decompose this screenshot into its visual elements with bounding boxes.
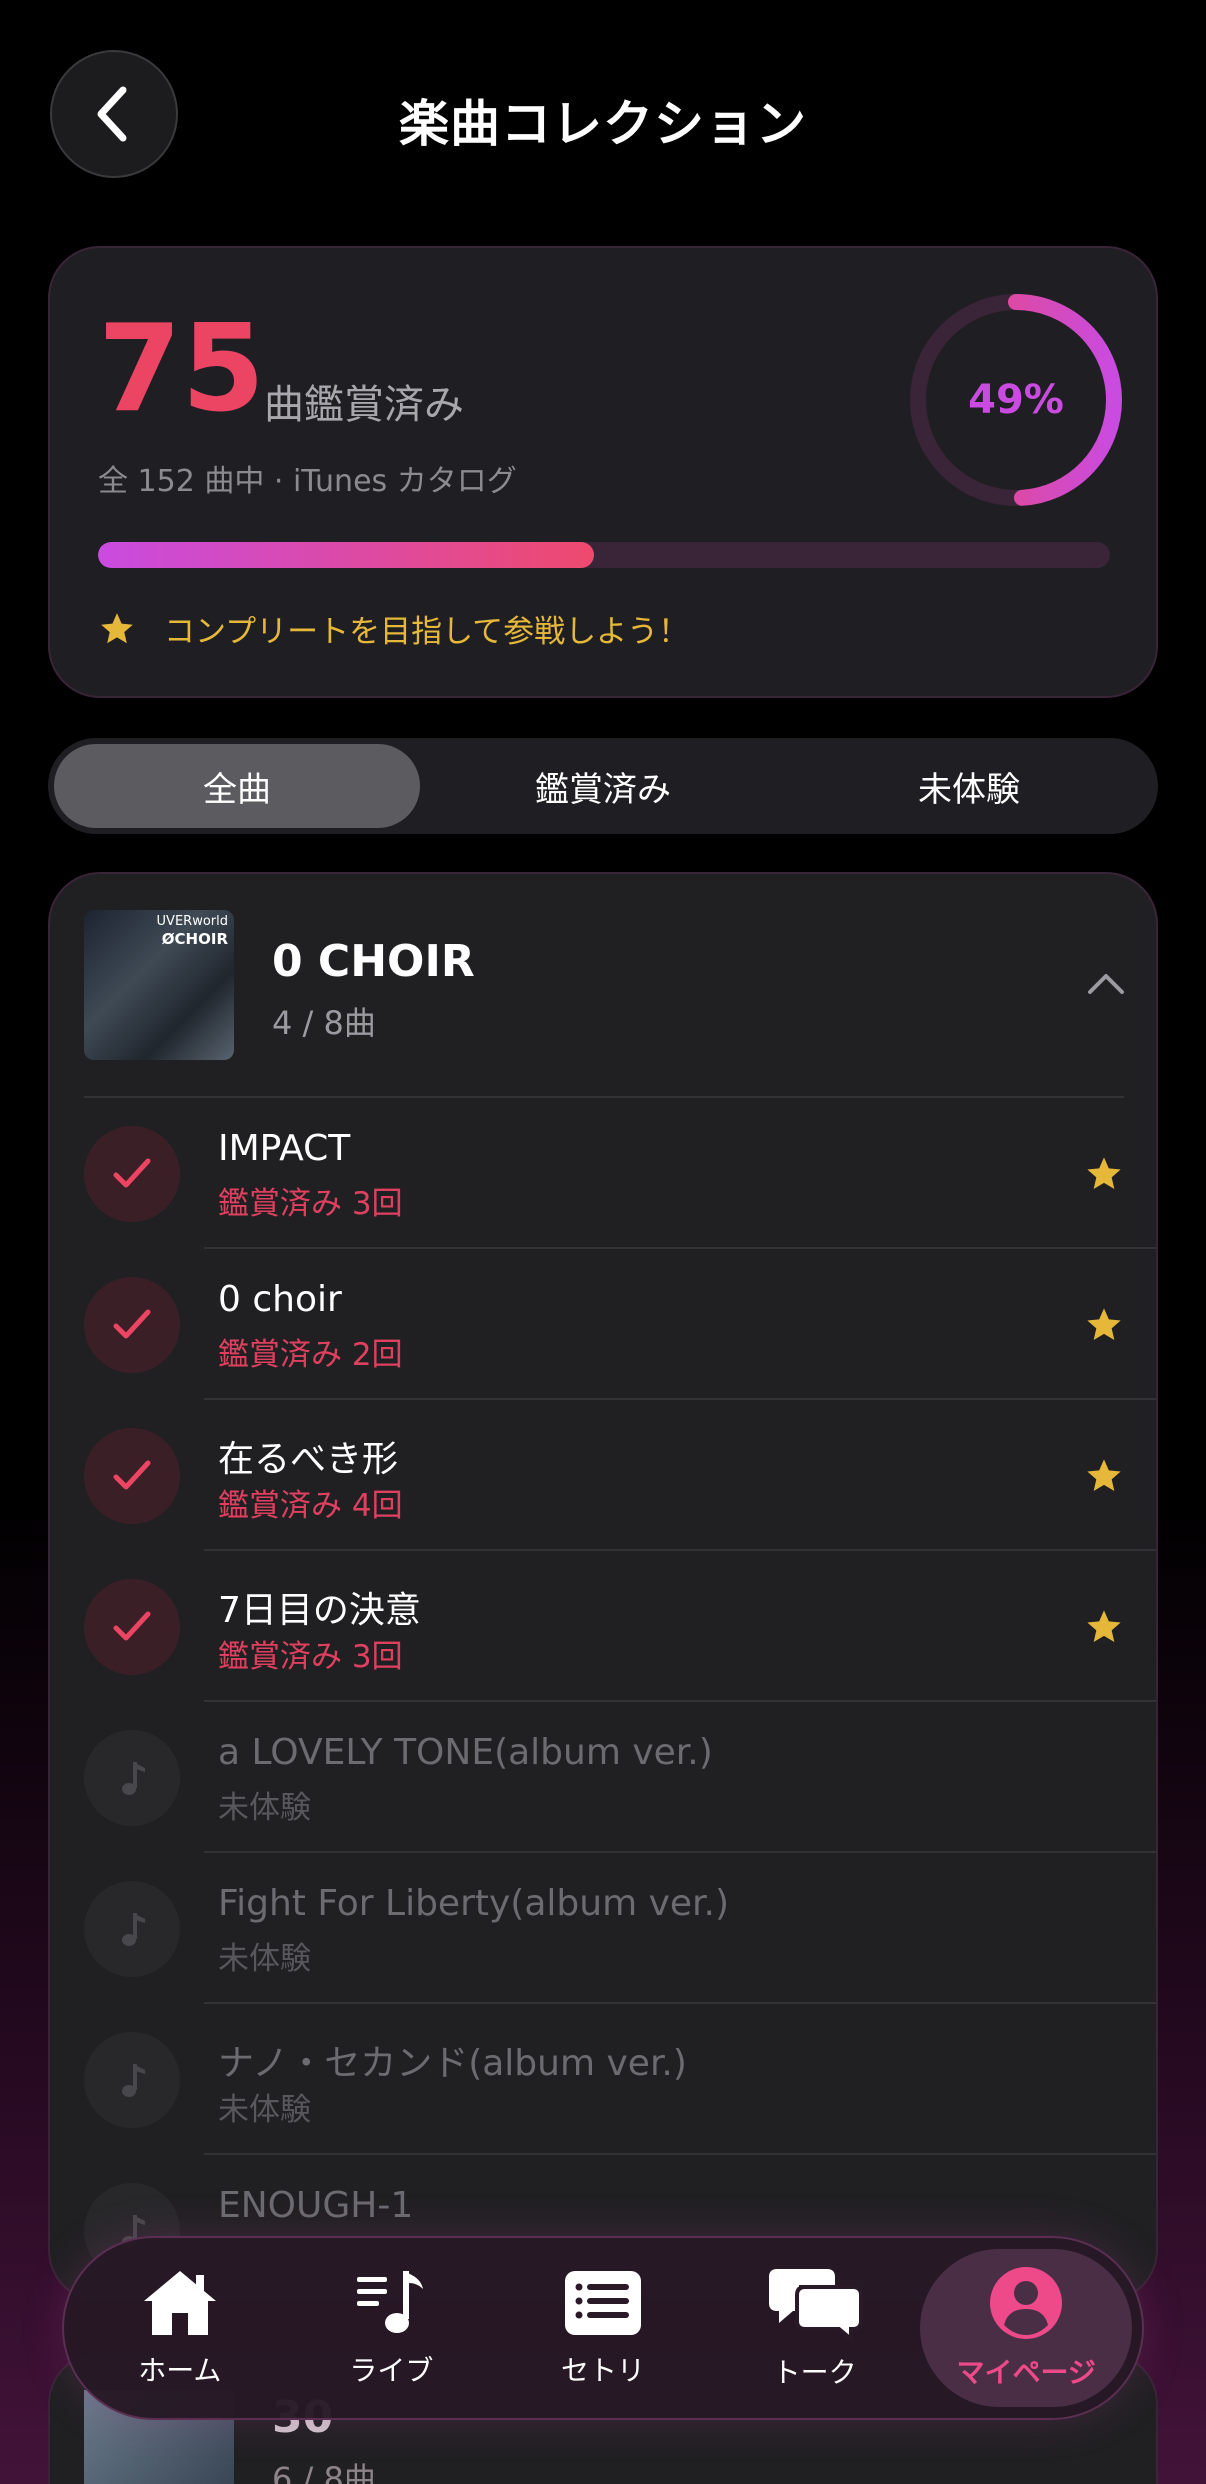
nav-talk[interactable]: トーク	[709, 2249, 921, 2407]
nav-label: トーク	[772, 2356, 857, 2389]
music-icon	[357, 2271, 424, 2333]
track-row[interactable]: ナノ・セカンド(album ver.) 未体験	[50, 2004, 1156, 2155]
music-note-icon	[84, 1730, 180, 1826]
nav-live[interactable]: ライブ	[286, 2249, 498, 2407]
home-icon	[143, 2271, 216, 2335]
collected-count: 75	[98, 300, 265, 439]
track-name: 0 choir	[218, 1279, 342, 1320]
progress-bar-fill	[98, 542, 594, 568]
tab-watched[interactable]: 鑑賞済み	[420, 744, 786, 828]
collected-count-label: 曲鑑賞済み	[264, 382, 464, 428]
star-icon	[1084, 1607, 1124, 1651]
track-status: 鑑賞済み 3回	[218, 1186, 403, 1222]
nav-mypage[interactable]: マイページ	[920, 2249, 1132, 2407]
album-title: 0 CHOIR	[272, 936, 475, 987]
track-name: ENOUGH-1	[218, 2185, 414, 2226]
tab-unwatched[interactable]: 未体験	[786, 744, 1152, 828]
album-artwork: UVERworld ØCHOIR	[84, 910, 234, 1060]
track-name: 在るべき形	[218, 1439, 399, 1480]
page-title: 楽曲コレクション	[399, 95, 807, 153]
star-icon	[1084, 1305, 1124, 1349]
album-card: UVERworld ØCHOIR 0 CHOIR 4 / 8曲 IMPACT 鑑賞…	[48, 872, 1158, 2302]
chevron-up-icon[interactable]	[1086, 970, 1126, 996]
setlist-icon	[564, 2271, 641, 2335]
filter-tabs: 全曲 鑑賞済み 未体験	[48, 738, 1158, 834]
collection-summary-card: 75 曲鑑賞済み 全 152 曲中 · iTunes カタログ 49% コンプリ…	[48, 246, 1158, 698]
nav-setlist[interactable]: セトリ	[497, 2249, 709, 2407]
track-status: 未体験	[218, 1941, 311, 1977]
bottom-nav: ホーム ライブ セトリ トーク マイページ	[62, 2236, 1144, 2420]
checkmark-icon	[84, 1277, 180, 1373]
track-row[interactable]: 7日目の決意鑑賞済み 3回	[50, 1551, 1156, 1702]
track-row[interactable]: a LOVELY TONE(album ver.) 未体験	[50, 1702, 1156, 1853]
track-row[interactable]: 在るべき形鑑賞済み 4回	[50, 1400, 1156, 1551]
nav-home[interactable]: ホーム	[74, 2249, 286, 2407]
nav-label: ホーム	[138, 2354, 222, 2387]
goal-text: コンプリートを目指して参戦しよう！	[164, 614, 690, 650]
track-status: 鑑賞済み 3回	[218, 1639, 403, 1675]
track-row[interactable]: Fight For Liberty(album ver.) 未体験	[50, 1853, 1156, 2004]
profile-icon	[990, 2267, 1063, 2339]
checkmark-icon	[84, 1126, 180, 1222]
track-name: ナノ・セカンド(album ver.)	[218, 2043, 687, 2084]
checkmark-icon	[84, 1579, 180, 1675]
tab-all[interactable]: 全曲	[54, 744, 420, 828]
track-name: Fight For Liberty(album ver.)	[218, 1883, 730, 1924]
checkmark-icon	[84, 1428, 180, 1524]
track-status: 未体験	[218, 1790, 311, 1826]
nav-label: マイページ	[956, 2356, 1096, 2389]
track-name: 7日目の決意	[218, 1590, 421, 1631]
goal-message: コンプリートを目指して参戦しよう！	[98, 606, 689, 651]
progress-ring	[910, 294, 1122, 506]
track-row[interactable]: 0 choir 鑑賞済み 2回	[50, 1249, 1156, 1400]
star-icon	[1084, 1154, 1124, 1198]
album-header[interactable]: UVERworld ØCHOIR 0 CHOIR 4 / 8曲	[50, 874, 1156, 1098]
track-status: 鑑賞済み 4回	[218, 1488, 403, 1524]
music-note-icon	[84, 2032, 180, 2128]
album-track-count: 4 / 8曲	[272, 1004, 376, 1042]
track-name: IMPACT	[218, 1128, 351, 1169]
music-note-icon	[84, 1881, 180, 1977]
track-status: 未体験	[218, 2092, 311, 2128]
track-name: a LOVELY TONE(album ver.)	[218, 1732, 713, 1773]
nav-label: ライブ	[349, 2354, 434, 2387]
track-status: 鑑賞済み 2回	[218, 1337, 403, 1373]
star-icon	[1084, 1456, 1124, 1500]
chat-icon	[768, 2269, 863, 2341]
track-row[interactable]: IMPACT 鑑賞済み 3回	[50, 1098, 1156, 1249]
star-icon	[101, 612, 133, 643]
catalog-total-text: 全 152 曲中 · iTunes カタログ	[98, 464, 517, 499]
progress-bar	[98, 542, 1110, 568]
album-track-count: 6 / 8曲	[272, 2460, 376, 2484]
nav-label: セトリ	[560, 2354, 645, 2387]
album-artwork-text: UVERworld ØCHOIR	[156, 914, 228, 948]
